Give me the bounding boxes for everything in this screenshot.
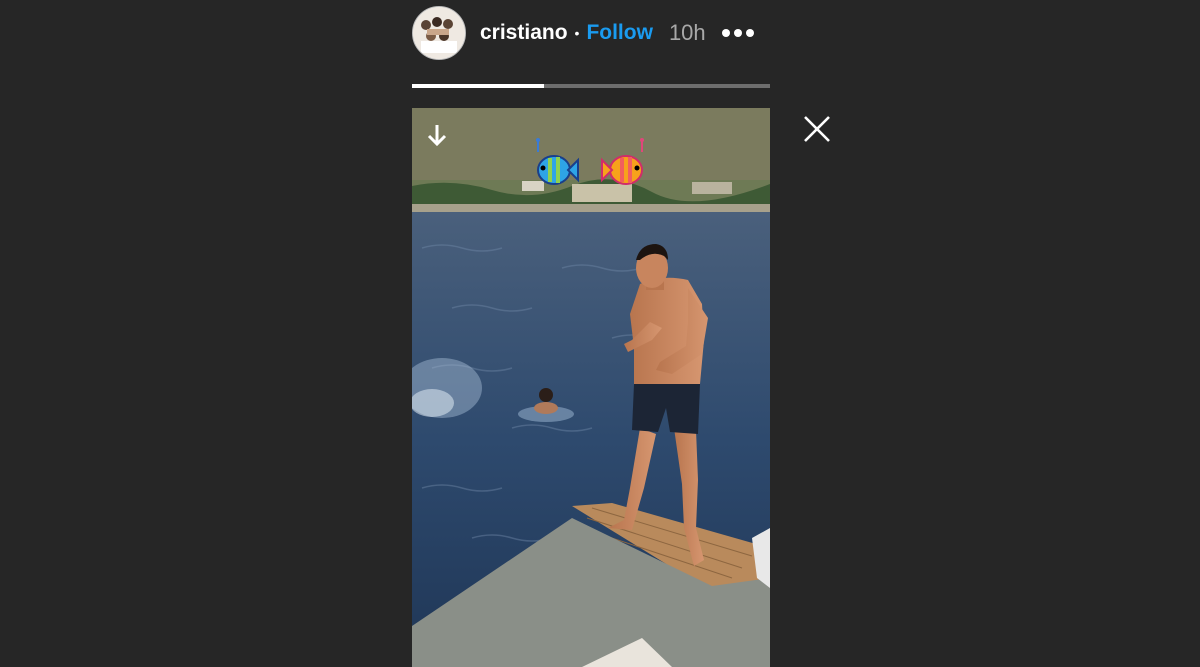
- post-time: 10h: [668, 20, 706, 45]
- more-options-icon[interactable]: [721, 29, 754, 37]
- story-progress-bar: [412, 84, 770, 88]
- story-progress-fill: [412, 84, 545, 88]
- blue-fish-sticker: [536, 138, 579, 185]
- story-media[interactable]: [412, 108, 770, 667]
- orange-fish-sticker: [601, 138, 644, 185]
- story-header: cristiano • Follow 10h: [412, 6, 782, 60]
- follow-button[interactable]: Follow: [586, 21, 653, 45]
- more-dot: [745, 29, 754, 37]
- story-photo: [412, 108, 770, 667]
- more-dot: [733, 29, 742, 37]
- avatar[interactable]: [412, 6, 466, 60]
- username[interactable]: cristiano: [480, 21, 568, 45]
- top-band: [412, 108, 770, 180]
- close-icon[interactable]: [800, 112, 834, 146]
- separator-dot: •: [574, 25, 580, 41]
- arrow-down-icon[interactable]: [422, 120, 452, 150]
- more-dot: [721, 29, 730, 37]
